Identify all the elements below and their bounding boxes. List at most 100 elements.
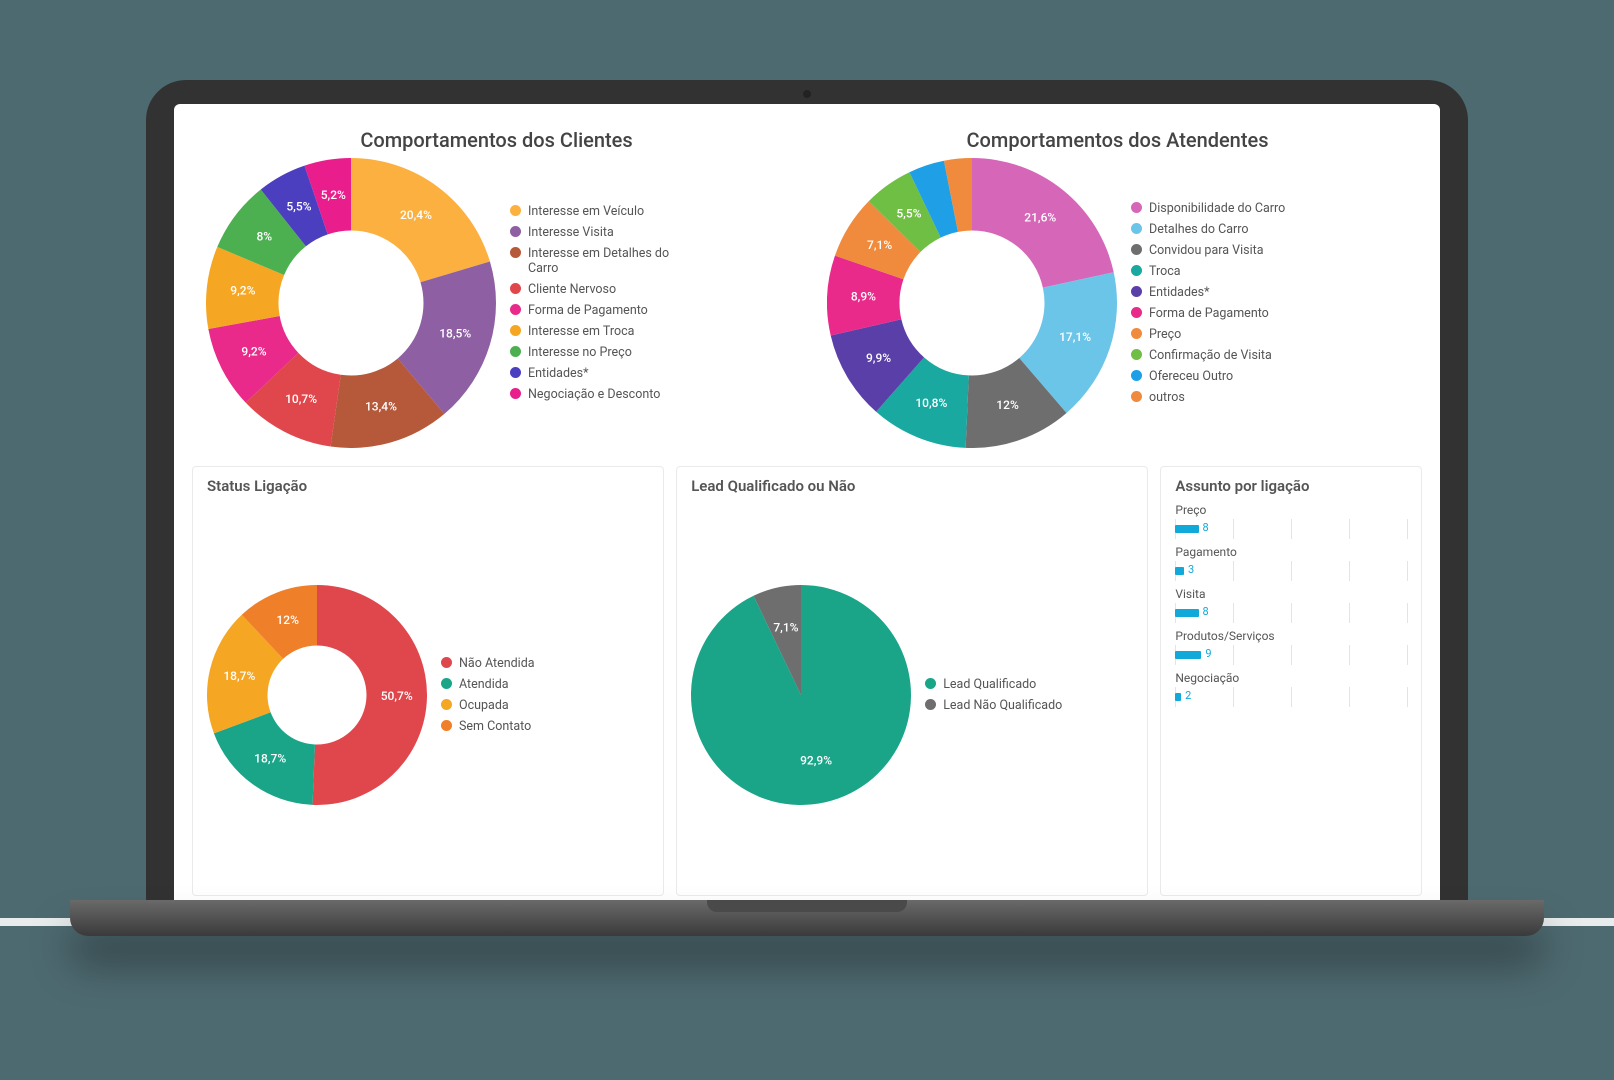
legend-item[interactable]: Troca [1131, 264, 1285, 279]
legend-label: Interesse em Troca [528, 324, 634, 339]
legend-item[interactable]: Interesse em Detalhes do Carro [510, 246, 700, 276]
legend-label: Ofereceu Outro [1149, 369, 1233, 384]
bar-row: Negociação 2 [1175, 671, 1407, 707]
bar-label: Visita [1175, 587, 1407, 601]
legend-label: Não Atendida [459, 656, 535, 671]
bar-fill [1175, 609, 1198, 617]
dashboard-screen: Comportamentos dos Clientes 20,4%18,5%13… [174, 104, 1440, 910]
legend-label: Disponibilidade do Carro [1149, 201, 1285, 216]
legend-label: Entidades* [1149, 285, 1210, 300]
legend-swatch [925, 678, 936, 689]
laptop-base [70, 900, 1544, 936]
slice-label: 5,5% [286, 200, 311, 214]
legend-label: Negociação e Desconto [528, 387, 660, 402]
legend-swatch [441, 678, 452, 689]
card-comportamentos-atendentes: Comportamentos dos Atendentes 21,6%17,1%… [813, 118, 1422, 456]
legend-item[interactable]: Preço [1131, 327, 1285, 342]
legend-swatch [510, 388, 521, 399]
donut-chart-atendentes: 21,6%17,1%12%10,8%9,9%8,9%7,1%5,5% [827, 158, 1117, 448]
legend-swatch [441, 657, 452, 668]
legend-item[interactable]: Disponibilidade do Carro [1131, 201, 1285, 216]
slice-label: 18,7% [254, 752, 286, 766]
legend-item[interactable]: Interesse em Troca [510, 324, 700, 339]
legend-label: Forma de Pagamento [528, 303, 648, 318]
chart-title: Status Ligação [207, 477, 649, 495]
legend-item[interactable]: Sem Contato [441, 719, 535, 734]
card-lead-qualificado: Lead Qualificado ou Não 92,9%7,1% Lead Q… [676, 466, 1148, 896]
slice-label: 12% [996, 398, 1019, 412]
chart-title: Lead Qualificado ou Não [691, 477, 1133, 495]
legend-item[interactable]: outros [1131, 390, 1285, 405]
legend-item[interactable]: Cliente Nervoso [510, 282, 700, 297]
legend-label: Lead Qualificado [943, 677, 1036, 692]
legend-label: Cliente Nervoso [528, 282, 616, 297]
legend-label: Sem Contato [459, 719, 531, 734]
legend-swatch [510, 226, 521, 237]
legend-label: Detalhes do Carro [1149, 222, 1249, 237]
legend-item[interactable]: Interesse em Veículo [510, 204, 700, 219]
legend-clientes: Interesse em Veículo Interesse Visita Inte… [510, 204, 700, 402]
bar-fill [1175, 567, 1184, 575]
bar-value: 3 [1188, 563, 1194, 576]
bar-label: Negociação [1175, 671, 1407, 685]
bar-fill [1175, 693, 1181, 701]
card-comportamentos-clientes: Comportamentos dos Clientes 20,4%18,5%13… [192, 118, 801, 456]
legend-label: Interesse em Detalhes do Carro [528, 246, 700, 276]
bar-fill [1175, 651, 1201, 659]
legend-item[interactable]: Negociação e Desconto [510, 387, 700, 402]
slice-label: 9,2% [230, 283, 255, 297]
slice-label: 9,2% [241, 344, 266, 358]
slice-label: 17,1% [1059, 330, 1091, 344]
legend-swatch [925, 699, 936, 710]
bar-label: Produtos/Serviços [1175, 629, 1407, 643]
donut-chart-clientes: 20,4%18,5%13,4%10,7%9,2%9,2%8%5,5%5,2% [206, 158, 496, 448]
legend-label: Convidou para Visita [1149, 243, 1264, 258]
legend-item[interactable]: Não Atendida [441, 656, 535, 671]
legend-item[interactable]: Forma de Pagamento [1131, 306, 1285, 321]
legend-label: Entidades* [528, 366, 589, 381]
legend-swatch [510, 346, 521, 357]
bar-row: Pagamento 3 [1175, 545, 1407, 581]
legend-swatch [1131, 328, 1142, 339]
legend-item[interactable]: Convidou para Visita [1131, 243, 1285, 258]
legend-swatch [1131, 286, 1142, 297]
legend-swatch [1131, 391, 1142, 402]
legend-item[interactable]: Entidades* [510, 366, 700, 381]
legend-item[interactable]: Lead Não Qualificado [925, 698, 1062, 713]
legend-item[interactable]: Interesse Visita [510, 225, 700, 240]
slice-label: 8,9% [851, 289, 876, 303]
bar-track: 3 [1175, 561, 1407, 581]
legend-label: Interesse no Preço [528, 345, 632, 360]
donut-chart-status: 50,7%18,7%18,7%12% [207, 585, 427, 805]
legend-item[interactable]: Entidades* [1131, 285, 1285, 300]
legend-item[interactable]: Ocupada [441, 698, 535, 713]
legend-swatch [1131, 244, 1142, 255]
legend-item[interactable]: Detalhes do Carro [1131, 222, 1285, 237]
slice-label: 8% [256, 230, 272, 244]
legend-label: Forma de Pagamento [1149, 306, 1269, 321]
legend-label: Preço [1149, 327, 1181, 342]
bar-track: 8 [1175, 519, 1407, 539]
slice-label: 5,5% [896, 207, 921, 221]
legend-item[interactable]: Interesse no Preço [510, 345, 700, 360]
legend-label: Atendida [459, 677, 509, 692]
legend-item[interactable]: Atendida [441, 677, 535, 692]
bar-value: 8 [1203, 521, 1209, 534]
bar-value: 8 [1203, 605, 1209, 618]
bar-label: Pagamento [1175, 545, 1407, 559]
legend-item[interactable]: Forma de Pagamento [510, 303, 700, 318]
bar-track: 2 [1175, 687, 1407, 707]
bar-value: 2 [1185, 689, 1191, 702]
legend-swatch [510, 205, 521, 216]
pie-chart-lead: 92,9%7,1% [691, 585, 911, 805]
chart-title: Assunto por ligação [1175, 477, 1407, 495]
legend-swatch [510, 325, 521, 336]
legend-label: Confirmação de Visita [1149, 348, 1272, 363]
slice-label: 18,5% [439, 326, 471, 340]
legend-item[interactable]: Lead Qualificado [925, 677, 1062, 692]
legend-item[interactable]: Confirmação de Visita [1131, 348, 1285, 363]
chart-title: Comportamentos dos Clientes [206, 128, 787, 152]
legend-swatch [441, 720, 452, 731]
bar-row: Preço 8 [1175, 503, 1407, 539]
legend-item[interactable]: Ofereceu Outro [1131, 369, 1285, 384]
